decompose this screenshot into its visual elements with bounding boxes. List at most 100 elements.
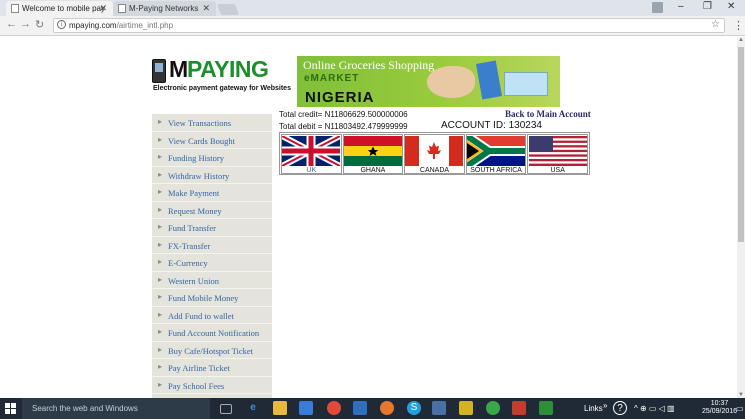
flag-label: UK — [306, 167, 317, 174]
sidebar-item-withdraw-history[interactable]: Withdraw History — [152, 167, 272, 184]
close-icon[interactable]: ✕ — [202, 3, 210, 14]
country-uk[interactable]: UK — [281, 134, 342, 174]
sidebar-item-pay-school-fees[interactable]: Pay School Fees — [152, 377, 272, 394]
windows-start-icon[interactable] — [5, 403, 16, 414]
canada-flag-icon — [405, 136, 464, 166]
tab-label: Welcome to mobile pay — [22, 4, 105, 13]
help-icon[interactable]: ? — [613, 401, 627, 415]
banner-country: NIGERIA — [305, 89, 375, 106]
account-id: ACCOUNT ID: 130234 — [441, 120, 542, 131]
sidebar-item-fund-mobile-money[interactable]: Fund Mobile Money — [152, 289, 272, 307]
links-chevron-icon[interactable]: » — [603, 401, 607, 410]
back-icon[interactable]: ← — [6, 18, 17, 30]
sidebar-menu: View Transactions View Cards Bought Fund… — [152, 114, 272, 398]
sidebar-item-funding-history[interactable]: Funding History — [152, 149, 272, 167]
flag-label: CANADA — [419, 167, 450, 174]
uk-flag-icon — [282, 136, 341, 166]
sidebar-item-fx-transfer[interactable]: FX-Transfer — [152, 237, 272, 254]
links-toolbar-label[interactable]: Links — [584, 404, 603, 413]
scroll-up-icon[interactable]: ▲ — [737, 37, 745, 43]
mpaying-logo[interactable]: M PAYING Electronic payment gateway for … — [152, 56, 291, 99]
app-icon-3[interactable] — [459, 401, 473, 415]
logo-tagline: Electronic payment gateway for Websites — [153, 85, 291, 92]
sidebar-item-request-money[interactable]: Request Money — [152, 202, 272, 219]
url-path: /airtime_intl.php — [116, 21, 174, 30]
tab-welcome[interactable]: Welcome to mobile pay ✕ — [6, 1, 113, 16]
chrome-icon[interactable] — [327, 401, 341, 415]
bookmark-star-icon[interactable]: ☆ — [711, 19, 720, 30]
browser-tab-strip: Welcome to mobile pay ✕ M-Paying Network… — [0, 0, 745, 16]
close-icon[interactable]: ✕ — [99, 3, 107, 14]
tab-mpaying-networks[interactable]: M-Paying Networks ✕ — [113, 1, 216, 16]
page-scrollbar[interactable]: ▲ ▼ — [737, 37, 745, 398]
banner-market: eMARKET — [304, 73, 360, 84]
account-totals: Total credit= N11806629.500000006 Total … — [279, 109, 408, 133]
emarket-banner[interactable]: Online Groceries Shopping eMARKET NIGERI… — [297, 56, 560, 107]
sidebar-item-fund-account-notification[interactable]: Fund Account Notification — [152, 324, 272, 342]
south-africa-flag-icon — [467, 136, 526, 166]
minimize-button[interactable]: – — [678, 1, 684, 12]
logo-text: PAYING — [187, 56, 269, 82]
store-icon[interactable] — [299, 401, 313, 415]
sidebar-item-western-union[interactable]: Western Union — [152, 272, 272, 289]
browser-toolbar: ← → ↻ i mpaying.com/airtime_intl.php ☆ — [0, 16, 745, 36]
country-flag-grid: UK GHANA CANADA SOUTH AFRICA USA — [279, 132, 590, 175]
phone-icon — [152, 59, 166, 83]
sidebar-item-add-fund-to-wallet[interactable]: Add Fund to wallet — [152, 307, 272, 324]
sidebar-item-buy-cafe-hotspot-ticket[interactable]: Buy Cafe/Hotspot Ticket — [152, 342, 272, 359]
page-viewport: M PAYING Electronic payment gateway for … — [0, 37, 737, 398]
diaper-pack-image — [504, 72, 548, 96]
firefox-icon[interactable] — [380, 401, 394, 415]
chicken-image — [427, 66, 475, 98]
country-canada[interactable]: CANADA — [404, 134, 465, 174]
url-host: mpaying.com — [69, 21, 117, 30]
country-usa[interactable]: USA — [527, 134, 588, 174]
windows-taskbar: Search the web and Windows e S Links » ?… — [0, 398, 745, 419]
ghana-flag-icon — [343, 136, 402, 166]
taskbar-search-input[interactable]: Search the web and Windows — [22, 398, 210, 419]
app-icon-2[interactable] — [432, 401, 446, 415]
task-view-icon[interactable] — [220, 404, 232, 414]
sidebar-item-view-transactions[interactable]: View Transactions — [152, 114, 272, 132]
skype-icon[interactable]: S — [407, 401, 421, 415]
sidebar-item-pay-airline-ticket[interactable]: Pay Airline Ticket — [152, 359, 272, 377]
logo-letter-m: M — [169, 56, 188, 82]
scrollbar-thumb[interactable] — [738, 47, 744, 242]
file-explorer-icon[interactable] — [273, 401, 287, 415]
new-tab-button[interactable] — [216, 4, 240, 15]
info-icon[interactable]: i — [57, 20, 66, 29]
forward-icon[interactable]: → — [20, 18, 31, 30]
country-south-africa[interactable]: SOUTH AFRICA — [465, 134, 527, 174]
clock-time: 10:37 — [710, 400, 729, 407]
notification-icon[interactable]: ▭ — [736, 404, 744, 413]
app-icon-4[interactable] — [486, 401, 500, 415]
address-bar[interactable]: i mpaying.com/airtime_intl.php ☆ — [53, 18, 725, 33]
profile-icon[interactable] — [652, 2, 663, 13]
page-icon — [11, 4, 19, 13]
system-clock[interactable]: 10:37 25/09/2016 — [702, 400, 737, 416]
sidebar-item-e-currency[interactable]: E-Currency — [152, 254, 272, 272]
close-window-button[interactable]: ✕ — [727, 1, 735, 12]
flag-label: GHANA — [360, 167, 386, 174]
sidebar-item-fund-transfer[interactable]: Fund Transfer — [152, 219, 272, 237]
app-icon-6[interactable] — [539, 401, 553, 415]
browser-menu-icon[interactable]: ⋮ — [733, 19, 744, 32]
page-icon — [118, 4, 126, 13]
app-icon-1[interactable] — [353, 401, 367, 415]
edge-icon[interactable]: e — [246, 401, 260, 415]
sidebar-item-view-cards-bought[interactable]: View Cards Bought — [152, 132, 272, 149]
app-icon-5[interactable] — [512, 401, 526, 415]
country-ghana[interactable]: GHANA — [342, 134, 404, 174]
product-pack-image — [476, 60, 502, 100]
banner-title: Online Groceries Shopping — [303, 58, 435, 72]
reload-icon[interactable]: ↻ — [35, 18, 44, 31]
total-credit: Total credit= N11806629.500000006 — [279, 110, 408, 119]
flag-label: SOUTH AFRICA — [470, 167, 522, 174]
back-to-main-account-link[interactable]: Back to Main Account — [505, 109, 591, 119]
tab-label: M-Paying Networks — [129, 4, 199, 13]
sidebar-item-make-payment[interactable]: Make Payment — [152, 184, 272, 202]
flag-label: USA — [550, 167, 565, 174]
maximize-button[interactable]: ❐ — [703, 1, 712, 12]
tray-icons[interactable]: ^ ⊕ ▭ ◁ ▥ — [634, 404, 675, 413]
clock-date: 25/09/2016 — [702, 408, 738, 415]
